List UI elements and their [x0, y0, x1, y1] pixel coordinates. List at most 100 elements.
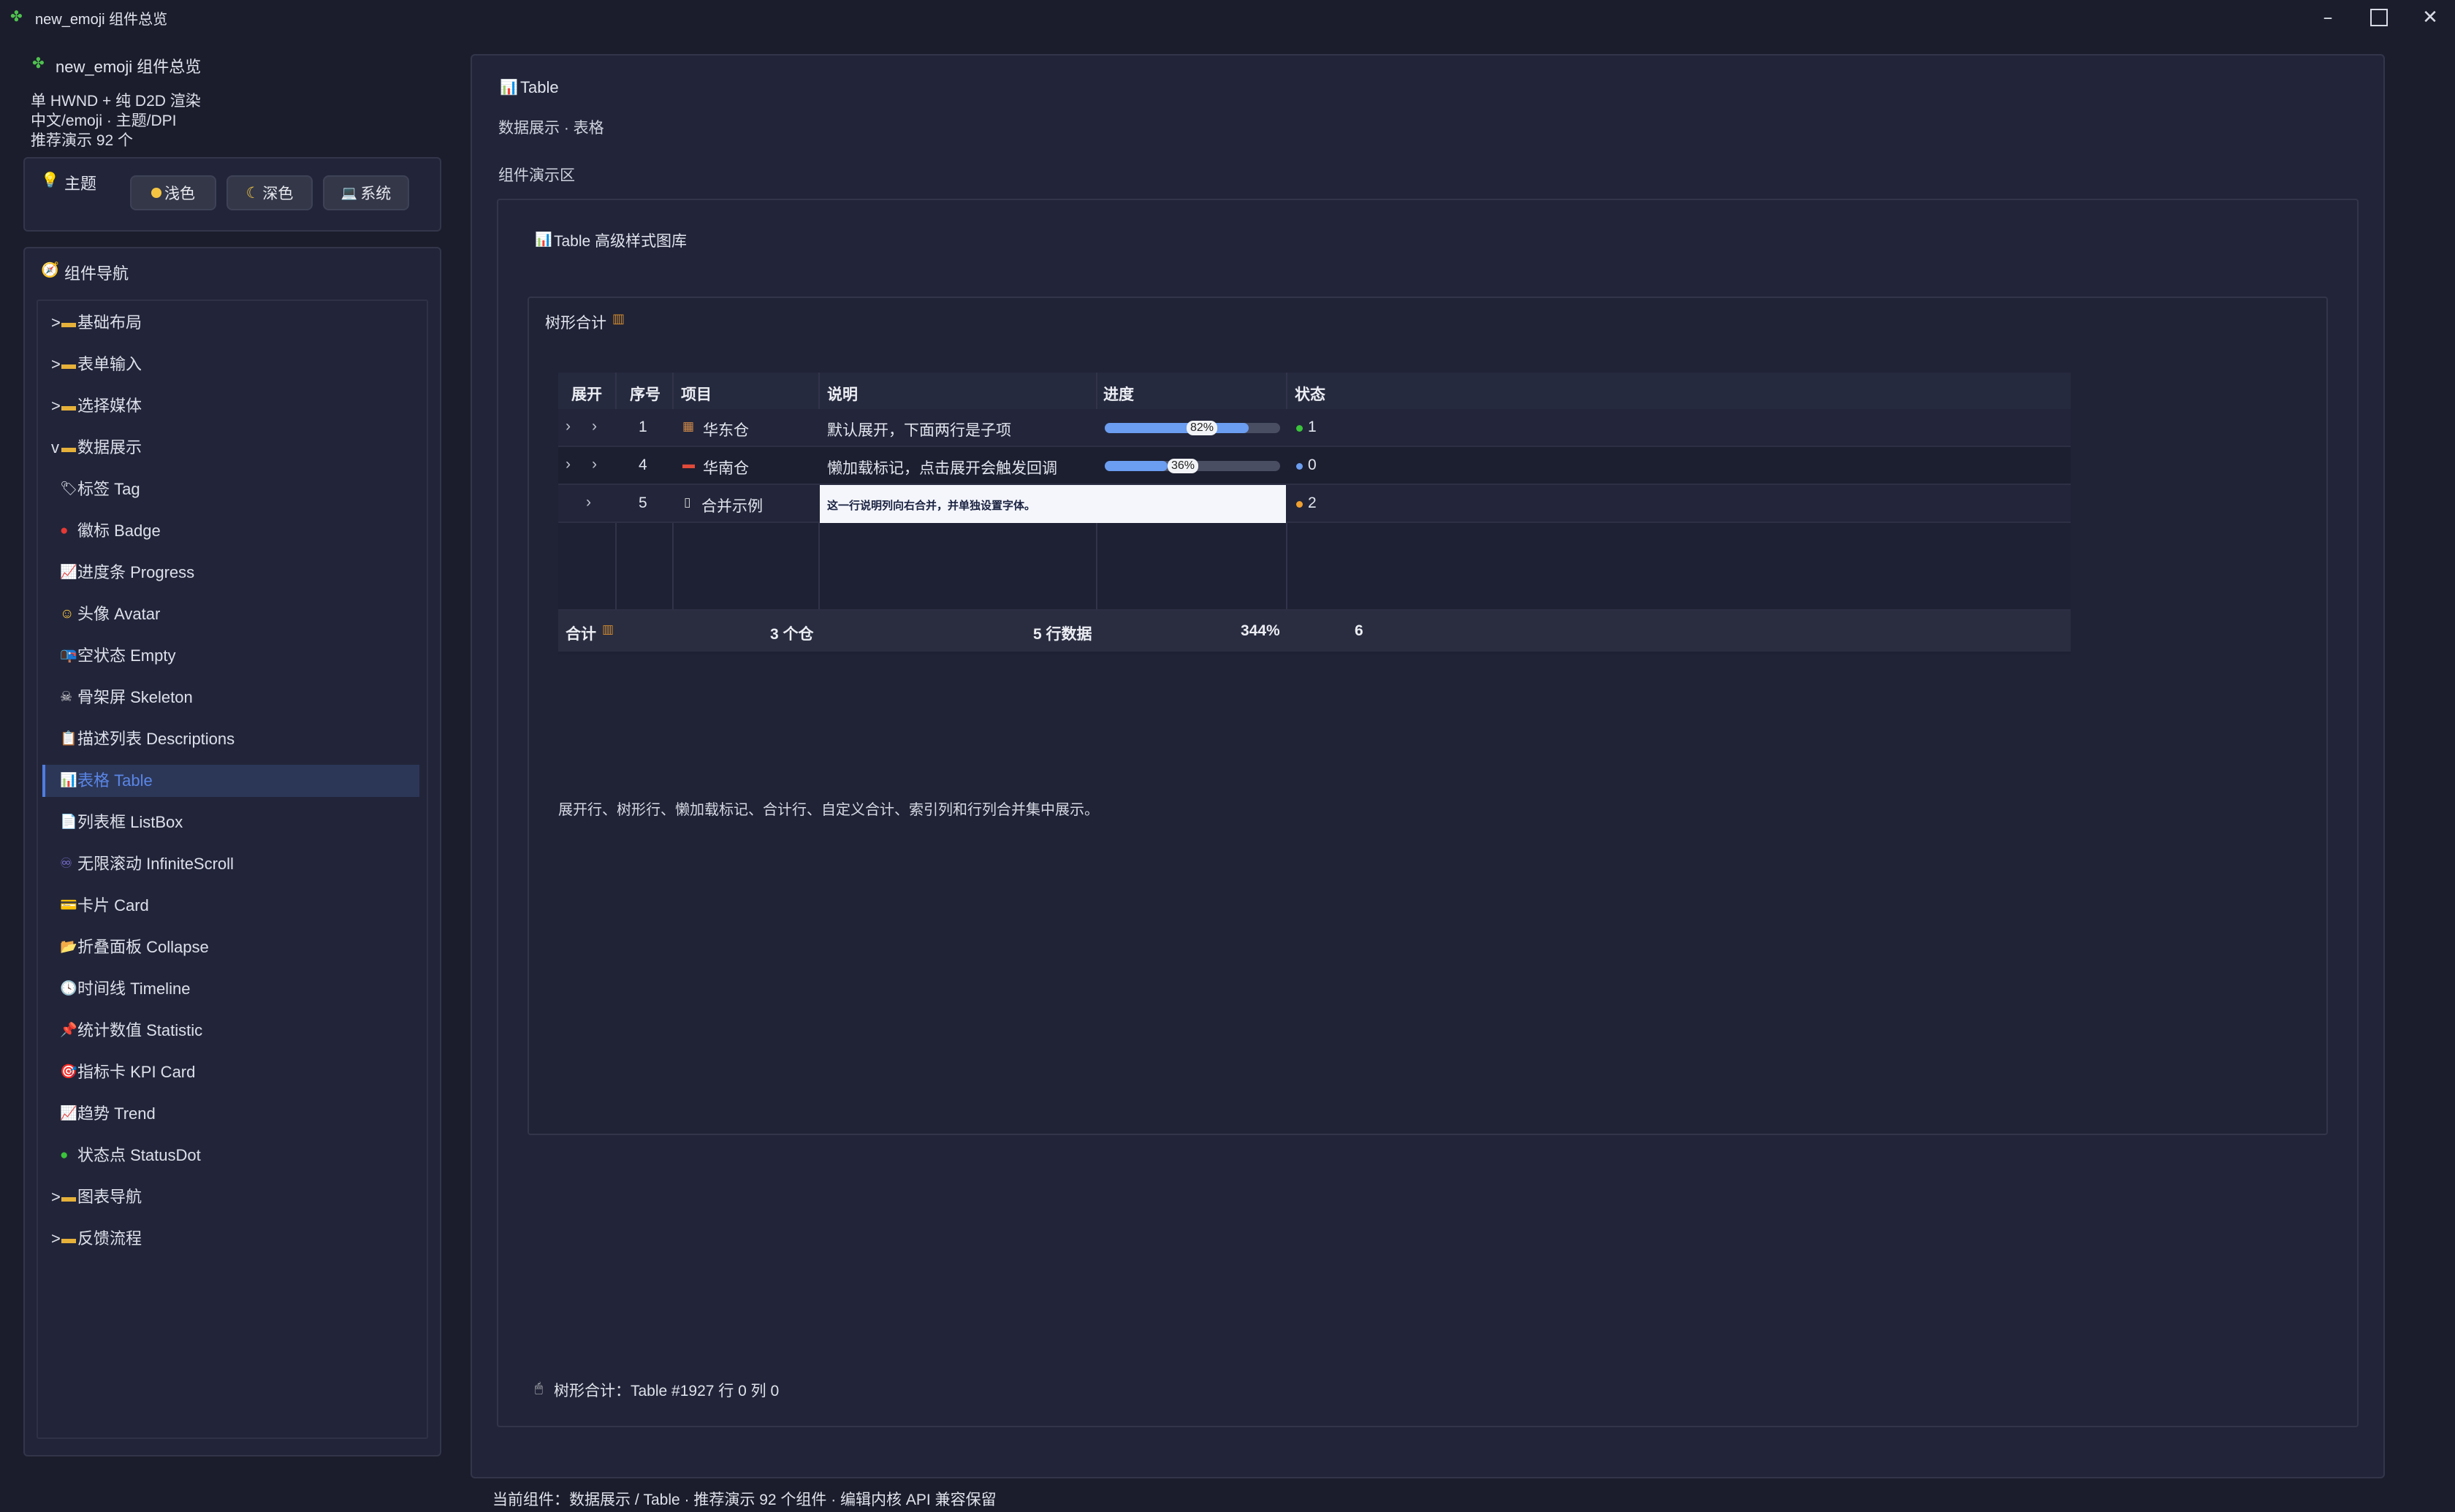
- nav-group[interactable]: v ▬ 数据展示: [42, 432, 419, 464]
- nav-label: 指标卡 KPI Card: [77, 1063, 196, 1081]
- table-header: 展开 序号 项目 说明 进度 状态: [558, 373, 2071, 409]
- sun-icon: [151, 188, 161, 198]
- nav-label: 进度条 Progress: [77, 563, 195, 581]
- nav-label: 时间线 Timeline: [77, 980, 191, 998]
- table-row[interactable]: › › 1 ▦ 华东仓 默认展开，下面两行是子项 82% 1: [558, 409, 2071, 447]
- chart-up-icon: 📈: [60, 565, 77, 580]
- nav-group[interactable]: > ▬ 选择媒体: [42, 390, 419, 422]
- close-button[interactable]: ✕: [2405, 0, 2455, 35]
- maximize-button[interactable]: [2354, 0, 2404, 35]
- nav-item[interactable]: 📄 列表框 ListBox: [42, 806, 419, 839]
- minimize-icon: –: [2323, 7, 2333, 28]
- row-desc: 默认展开，下面两行是子项: [827, 422, 1011, 439]
- nav-label: 卡片 Card: [77, 896, 149, 915]
- abacus-icon: ▥: [602, 622, 614, 636]
- bar-chart-icon: 📊: [535, 232, 552, 248]
- summary-row: 合计 ▥ 3 个仓 5 行数据 344% 6: [558, 611, 2071, 652]
- nav-label: 状态点 StatusDot: [77, 1146, 201, 1164]
- red-dot-icon: ●: [60, 523, 69, 538]
- folder-icon: ▬: [61, 440, 76, 456]
- card-icon: 💳: [60, 898, 77, 913]
- nav-item[interactable]: 📈 进度条 Progress: [42, 557, 419, 589]
- nav-group[interactable]: > ▬ 反馈流程: [42, 1223, 419, 1255]
- nav-item[interactable]: 📭 空状态 Empty: [42, 640, 419, 672]
- expand-toggle[interactable]: ›: [566, 456, 571, 473]
- nav-item[interactable]: 💳 卡片 Card: [42, 890, 419, 922]
- info-line: 中文/emoji · 主题/DPI: [31, 112, 177, 129]
- pin-icon: 📌: [60, 1023, 77, 1038]
- expand-toggle[interactable]: ›: [592, 418, 597, 435]
- minimize-button[interactable]: –: [2303, 0, 2353, 35]
- col-header-progress[interactable]: 进度: [1103, 383, 1134, 405]
- nav-title: 组件导航: [64, 264, 129, 283]
- nav-label: 数据展示: [77, 438, 142, 457]
- demo-area: 📊 Table 高级样式图库 📊基础样式✨📊固定滚动🕓📊选择筛选🔎📊单元格控件⊞…: [497, 199, 2359, 1427]
- nav-label: 选择媒体: [77, 397, 142, 415]
- nav-group[interactable]: > ▬ 表单输入: [42, 348, 419, 381]
- nav-item[interactable]: 🎯 指标卡 KPI Card: [42, 1056, 419, 1088]
- nav-label: 趋势 Trend: [77, 1104, 156, 1123]
- nav-item[interactable]: ♾ 无限滚动 InfiniteScroll: [42, 848, 419, 880]
- merged-desc-cell: 这一行说明列向右合并，并单独设置字体。: [820, 485, 1286, 523]
- col-header-expand[interactable]: 展开: [571, 383, 602, 405]
- nav-label: 统计数值 Statistic: [77, 1021, 203, 1039]
- chevron-right-icon: >: [51, 1188, 61, 1206]
- nav-item[interactable]: 🏷 标签 Tag: [42, 473, 419, 505]
- summary-item: 3 个仓: [770, 626, 814, 643]
- nav-group[interactable]: > ▬ 图表导航: [42, 1181, 419, 1213]
- col-header-desc[interactable]: 说明: [827, 383, 858, 405]
- sidebar-info: 单 HWND + 纯 D2D 渲染 中文/emoji · 主题/DPI 推荐演示…: [31, 91, 201, 150]
- nav-item[interactable]: 📌 统计数值 Statistic: [42, 1015, 419, 1047]
- col-header-status[interactable]: 状态: [1295, 383, 1325, 405]
- nav-item[interactable]: 📂 折叠面板 Collapse: [42, 931, 419, 963]
- chevron-down-icon: v: [51, 438, 59, 457]
- expand-toggle[interactable]: ›: [592, 456, 597, 473]
- row-status: 1: [1308, 419, 1317, 435]
- page-icon: 📄: [60, 814, 77, 830]
- theme-label: 主题: [64, 175, 97, 193]
- document-icon: ▯: [684, 495, 691, 509]
- col-header-item[interactable]: 项目: [681, 383, 712, 405]
- nav-label: 标签 Tag: [77, 480, 140, 498]
- folder-icon: ▬: [61, 1189, 76, 1205]
- info-line: 推荐演示 92 个: [31, 132, 134, 149]
- folder-icon: ▬: [61, 315, 76, 331]
- theme-button-label: 浅色: [164, 186, 195, 202]
- nav-panel: 🧭 组件导航 > ▬ 基础布局 > ▬ 表单输入 > ▬ 选择媒体 v ▬ 数据展示 🏷 标签 Tag ● 徽…: [23, 247, 441, 1456]
- nav-group[interactable]: > ▬ 基础布局: [42, 307, 419, 339]
- nav-label: 无限滚动 InfiniteScroll: [77, 855, 234, 873]
- nav-item[interactable]: ● 状态点 StatusDot: [42, 1139, 419, 1172]
- window-title: new_emoji 组件总览: [35, 12, 168, 28]
- theme-system-button[interactable]: 💻 系统: [323, 175, 409, 210]
- table-row[interactable]: › 5 ▯ 合并示例 这一行说明列向右合并，并单独设置字体。 2: [558, 485, 2071, 523]
- nav-label: 徽标 Badge: [77, 522, 161, 540]
- expand-toggle[interactable]: ›: [586, 494, 591, 511]
- status-dot: [1296, 463, 1303, 470]
- compass-icon: 🧭: [41, 262, 59, 278]
- table-row[interactable]: › › 4 ▬ 华南仓 懒加载标记，点击展开会触发回调 36% 0: [558, 447, 2071, 485]
- chevron-right-icon: >: [51, 397, 61, 415]
- row-seq: 1: [639, 419, 647, 435]
- nav-item[interactable]: ● 徽标 Badge: [42, 515, 419, 547]
- nav-item[interactable]: 📊 表格 Table: [42, 765, 419, 797]
- nav-item[interactable]: 📋 描述列表 Descriptions: [42, 723, 419, 755]
- nav-item[interactable]: 🕓 时间线 Timeline: [42, 973, 419, 1005]
- gallery-title: Table 高级样式图库: [554, 233, 688, 250]
- theme-light-button[interactable]: 浅色: [130, 175, 216, 210]
- laptop-icon: 💻: [340, 185, 358, 200]
- summary-progress: 344%: [1241, 622, 1280, 639]
- page-subtitle: 数据展示 · 表格: [498, 120, 604, 137]
- nav-item[interactable]: 📈 趋势 Trend: [42, 1098, 419, 1130]
- status-dot: [1296, 425, 1303, 432]
- expand-toggle[interactable]: ›: [566, 418, 571, 435]
- nav-item[interactable]: ☠ 骨架屏 Skeleton: [42, 681, 419, 714]
- theme-dark-button[interactable]: ☾ 深色: [227, 175, 313, 210]
- col-header-seq[interactable]: 序号: [630, 383, 661, 405]
- row-status: 0: [1308, 457, 1317, 473]
- empty-row: [558, 523, 2071, 611]
- nav-label: 描述列表 Descriptions: [77, 730, 235, 748]
- nav-item[interactable]: ☺ 头像 Avatar: [42, 598, 419, 630]
- chevron-right-icon: >: [51, 1229, 61, 1248]
- info-line: 单 HWND + 纯 D2D 渲染: [31, 93, 201, 110]
- chart-up-icon: 📈: [60, 1106, 77, 1121]
